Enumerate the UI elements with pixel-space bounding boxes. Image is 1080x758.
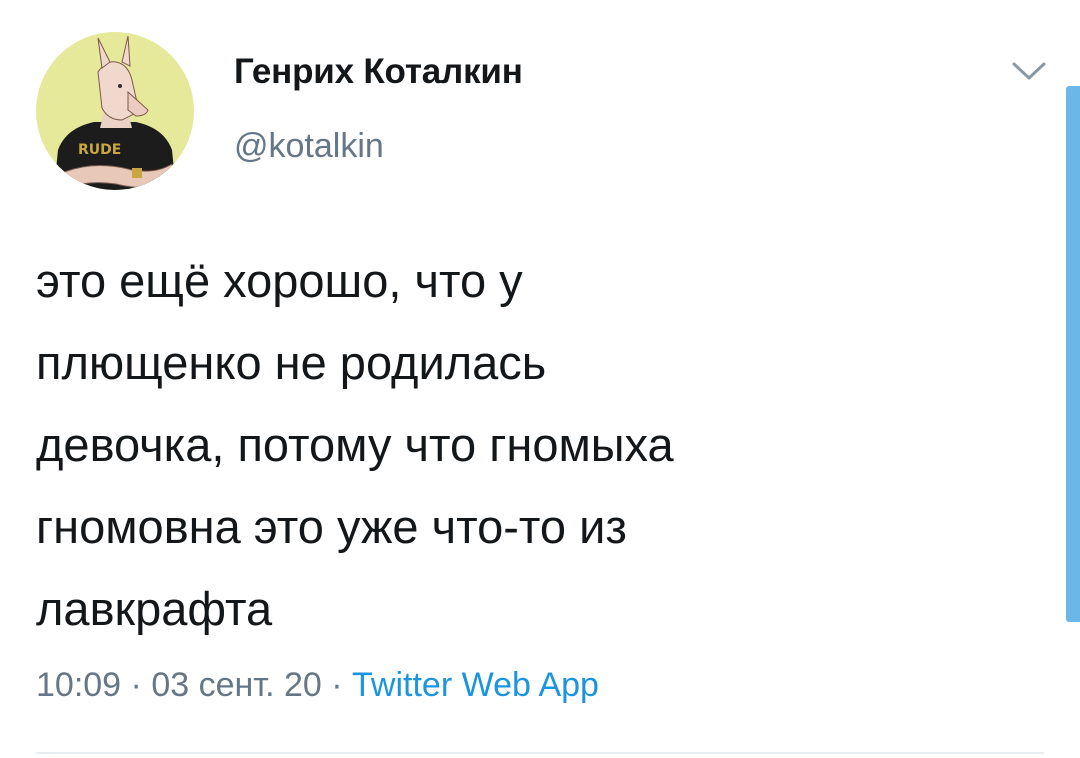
tweet-text-line: плющенко не родилась [36,336,547,389]
tweet-date[interactable]: 03 сент. 20 [151,666,321,704]
display-name[interactable]: Генрих Коталкин [234,52,523,92]
chevron-down-icon[interactable] [1010,58,1048,84]
tweet-text-line: это ещё хорошо, что у [36,254,523,307]
tweet-text-line: лавкрафта [36,582,273,635]
divider [36,752,1044,754]
avatar-illustration: RUDE [54,35,176,190]
tweet-time[interactable]: 10:09 [36,666,121,704]
scrollbar[interactable] [1066,86,1080,622]
avatar-shirt-text: RUDE [78,142,121,158]
meta-separator: · [331,666,343,704]
avatar[interactable]: RUDE [36,32,194,190]
tweet-text-line: девочка, потому что гномыха [36,418,674,471]
meta-separator: · [130,666,142,704]
tweet-meta: 10:09 · 03 сент. 20 · Twitter Web App [36,666,599,705]
tweet-card: RUDE Генрих Коталкин @kotalkin это ещё х… [0,0,1080,758]
tweet-text: это ещё хорошо, что у плющенко не родила… [36,240,1016,650]
tweet-text-line: гномовна это уже что-то из [36,500,627,553]
user-handle[interactable]: @kotalkin [234,127,384,166]
tweet-source-link[interactable]: Twitter Web App [352,666,599,704]
